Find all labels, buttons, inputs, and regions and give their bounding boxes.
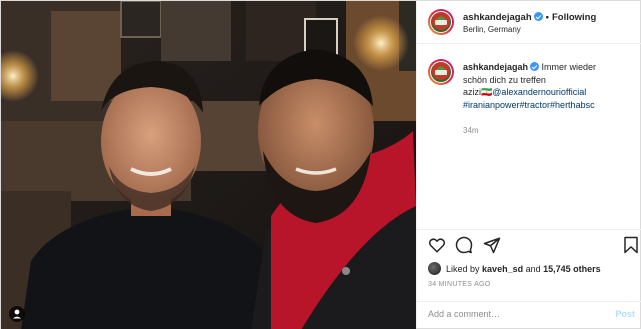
location-link[interactable]: Berlin, Germany <box>463 25 521 34</box>
instagram-post: ashkandejagah • Following Berlin, Germany … <box>0 0 641 329</box>
post-header: ashkandejagah • Following Berlin, Germany <box>417 1 641 44</box>
caption-hashtags[interactable]: #iranianpower#tractor#herthabsc <box>463 100 595 110</box>
caption-verified-badge-icon <box>530 62 540 71</box>
user-tag-icon[interactable] <box>9 306 25 322</box>
caption-line3-prefix: azizi🇮🇷 <box>463 87 493 97</box>
following-button[interactable]: Following <box>552 12 596 23</box>
verified-badge-icon <box>533 12 543 21</box>
comment-input[interactable] <box>428 309 598 319</box>
liker-username[interactable]: kaveh_sd <box>482 264 523 274</box>
caption-line1: Immer wieder <box>541 62 597 72</box>
caption-username[interactable]: ashkandejagah <box>463 62 528 72</box>
likes-others-count[interactable]: 15,745 others <box>543 264 601 274</box>
post-timestamp[interactable]: 34 MINUTES AGO <box>428 281 491 288</box>
post-actions: Liked by kaveh_sd and 15,745 others 34 M… <box>417 229 641 329</box>
post-side-panel: ashkandejagah • Following Berlin, Germany … <box>416 1 641 328</box>
comment-bar: Post <box>417 301 641 329</box>
liked-by-prefix: Liked by <box>446 264 480 274</box>
caption-author-avatar[interactable] <box>428 59 454 85</box>
caption-mention-link[interactable]: @alexandernourіofficial <box>492 87 586 97</box>
bookmark-icon[interactable] <box>622 236 640 254</box>
author-avatar[interactable] <box>428 9 454 35</box>
caption-text: ashkandejagah Immer wieder schön dich zu… <box>463 61 635 111</box>
author-username[interactable]: ashkandejagah <box>463 12 532 23</box>
post-photo[interactable] <box>1 1 416 329</box>
comment-bubble-icon[interactable] <box>455 236 473 254</box>
caption-line2: schön dich zu treffen <box>463 74 546 85</box>
likes-summary: Liked by kaveh_sd and 15,745 others <box>428 262 601 276</box>
heart-icon[interactable] <box>428 236 446 254</box>
likes-and: and <box>525 264 541 274</box>
header-user-line: ashkandejagah • Following <box>463 12 596 23</box>
selfie-photo <box>1 1 416 329</box>
post-comment-button[interactable]: Post <box>615 309 635 319</box>
liker-avatar[interactable] <box>428 262 441 275</box>
paper-plane-icon[interactable] <box>483 236 501 254</box>
separator-dot: • <box>545 12 549 23</box>
caption-time: 34m <box>463 126 479 135</box>
